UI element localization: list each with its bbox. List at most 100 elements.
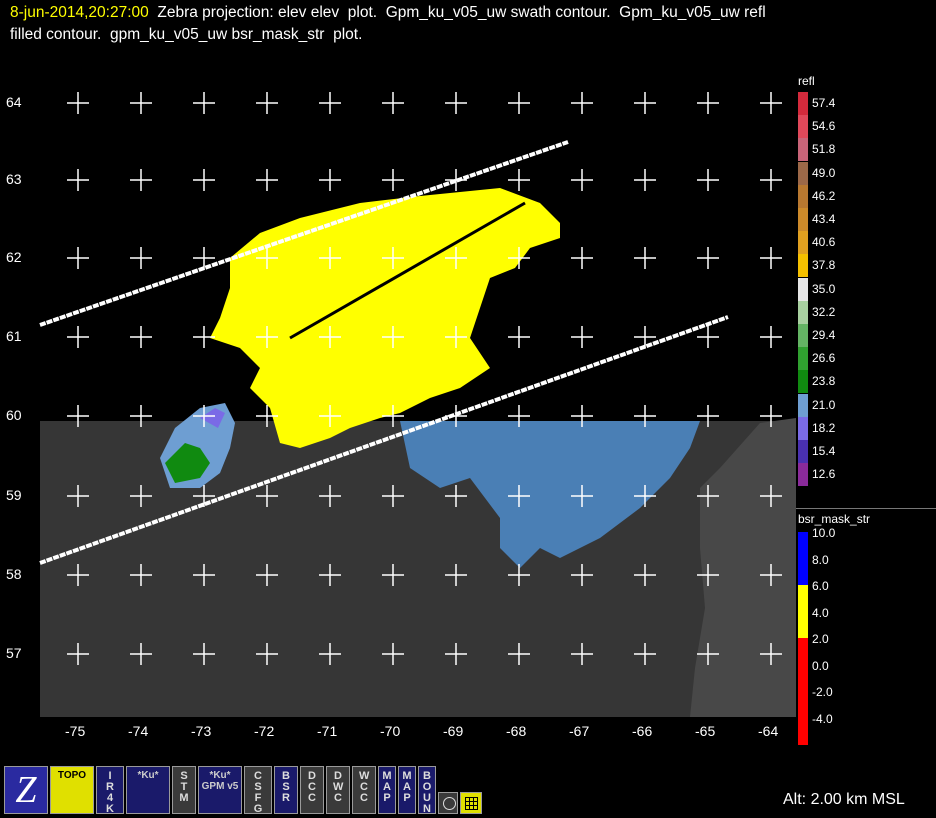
refl-swatch	[798, 393, 808, 417]
lon-label: -73	[191, 723, 212, 739]
refl-swatch	[798, 115, 808, 139]
lat-label: 62	[6, 249, 22, 265]
mask-swatch	[798, 664, 808, 692]
icon-label: CSF GPM	[253, 770, 263, 814]
refl-swatch	[798, 161, 808, 185]
mask-label: -2.0	[812, 685, 833, 699]
lon-label: -70	[380, 723, 401, 739]
refl-label: 57.4	[812, 96, 836, 110]
lon-label: -68	[506, 723, 527, 739]
refl-label: 40.6	[812, 235, 836, 250]
mask-label: 10.0	[812, 526, 836, 540]
refl-label: 51.8	[812, 142, 836, 157]
csf-gpm-icon[interactable]: CSF GPM	[244, 766, 272, 814]
refl-label: 12.6	[812, 467, 836, 482]
refl-swatch	[798, 254, 808, 278]
refl-swatch	[798, 184, 808, 208]
icon-label: WCC	[359, 770, 370, 804]
refl-swatch	[798, 231, 808, 255]
lat-label: 57	[6, 645, 22, 661]
header-line-1: 8-jun-2014,20:27:00 Zebra projection: el…	[10, 3, 766, 23]
grid-glyph	[465, 797, 478, 810]
lat-label: 58	[6, 566, 22, 582]
icon-label: STM	[179, 770, 189, 804]
lon-label: -69	[443, 723, 464, 739]
plot-header: 8-jun-2014,20:27:00 Zebra projection: el…	[0, 0, 936, 50]
refl-label: 29.4	[812, 328, 836, 342]
refl-swatch	[798, 347, 808, 371]
mask-swatch	[798, 717, 808, 745]
icon-label: *Ku*	[137, 770, 159, 781]
lon-label: -71	[317, 723, 338, 739]
refl-swatch	[798, 277, 808, 301]
stm-icon[interactable]: STM	[172, 766, 196, 814]
icon-label: TOPO	[57, 770, 87, 781]
legend-divider	[796, 508, 936, 509]
refl-label: 21.0	[812, 397, 836, 412]
map-canvas[interactable]	[0, 68, 796, 760]
header-line-2: filled contour. gpm_ku_v05_uw bsr_mask_s…	[10, 26, 363, 43]
map-yellow-icon[interactable]: MAP	[398, 766, 416, 814]
topo-icon[interactable]: TOPO	[50, 766, 94, 814]
mask-label: 4.0	[812, 605, 829, 620]
lon-label: -65	[695, 723, 716, 739]
refl-label: 35.0	[812, 281, 836, 296]
refl-swatch	[798, 138, 808, 162]
lon-label: -74	[128, 723, 149, 739]
color-legend: refl 57.4 54.6 51.8 49.0 46.2 43.4 40.6 37.8 35.…	[796, 68, 936, 760]
zebra-logo-icon[interactable]: Z	[4, 766, 48, 814]
lat-label: 59	[6, 487, 22, 503]
ku-radar-icon[interactable]: *Ku*	[126, 766, 170, 814]
mask-swatch	[798, 638, 808, 665]
bsr-icon[interactable]: BSR	[274, 766, 298, 814]
icon-bar: Z TOPO IR 4KM *Ku* STM *Ku* GPM v5 CSF GPM BSR D…	[4, 766, 494, 816]
refl-label: 37.8	[812, 258, 836, 273]
refl-label: 18.2	[812, 420, 836, 435]
map-icon[interactable]: MAP	[378, 766, 396, 814]
ir-4km-icon[interactable]: IR 4KM	[96, 766, 124, 814]
wcc-icon[interactable]: WCC	[352, 766, 376, 814]
mask-label: -4.0	[812, 711, 833, 726]
refl-swatch	[798, 463, 808, 487]
refl-label: 26.6	[812, 351, 836, 366]
refl-swatch	[798, 416, 808, 440]
icon-label: BSR	[282, 770, 290, 804]
refl-label: 54.6	[812, 119, 836, 134]
lat-label: 61	[6, 328, 22, 344]
grid-icon[interactable]	[460, 792, 482, 814]
header-timestamp: 8-jun-2014,20:27:00	[10, 4, 149, 21]
lat-label: 64	[6, 94, 22, 110]
lon-label: -64	[758, 723, 779, 739]
bounds-icon[interactable]: BOUNDS	[418, 766, 436, 814]
refl-swatch	[798, 300, 808, 324]
refl-label: 46.2	[812, 188, 836, 203]
refl-label: 43.4	[812, 212, 836, 226]
mask-label: 2.0	[812, 632, 829, 646]
mask-swatch	[798, 611, 808, 639]
dwc-icon[interactable]: DWC	[326, 766, 350, 814]
refl-swatch	[798, 208, 808, 231]
lon-label: -72	[254, 723, 275, 739]
dcc-icon[interactable]: DCC	[300, 766, 324, 814]
icon-label: *Ku* GPM v5	[201, 770, 239, 792]
mask-swatch	[798, 691, 808, 718]
refl-swatch	[798, 440, 808, 463]
refl-swatch	[798, 92, 808, 115]
icon-label: MAP	[402, 770, 412, 804]
lon-label: -67	[569, 723, 590, 739]
ku-gpm-v5-icon[interactable]: *Ku* GPM v5	[198, 766, 242, 814]
map-plot[interactable]: 64 63 62 61 60 59 58 57 -75 -74 -73 -72 -71 -70 -69 -6…	[0, 68, 796, 760]
mask-swatch	[798, 532, 808, 559]
zebra-logo-text: Z	[15, 769, 37, 811]
refl-label: 32.2	[812, 304, 836, 319]
icon-label: DWC	[333, 770, 344, 804]
refl-label: 23.8	[812, 374, 836, 389]
refl-label: 49.0	[812, 165, 836, 180]
refl-legend-title: refl	[798, 74, 815, 88]
refl-swatch	[798, 324, 808, 347]
circle-glyph	[443, 797, 456, 810]
icon-label: IR 4KM	[106, 770, 114, 814]
icon-label: DCC	[308, 770, 316, 804]
circle-icon[interactable]	[438, 792, 458, 814]
refl-swatch	[798, 370, 808, 394]
